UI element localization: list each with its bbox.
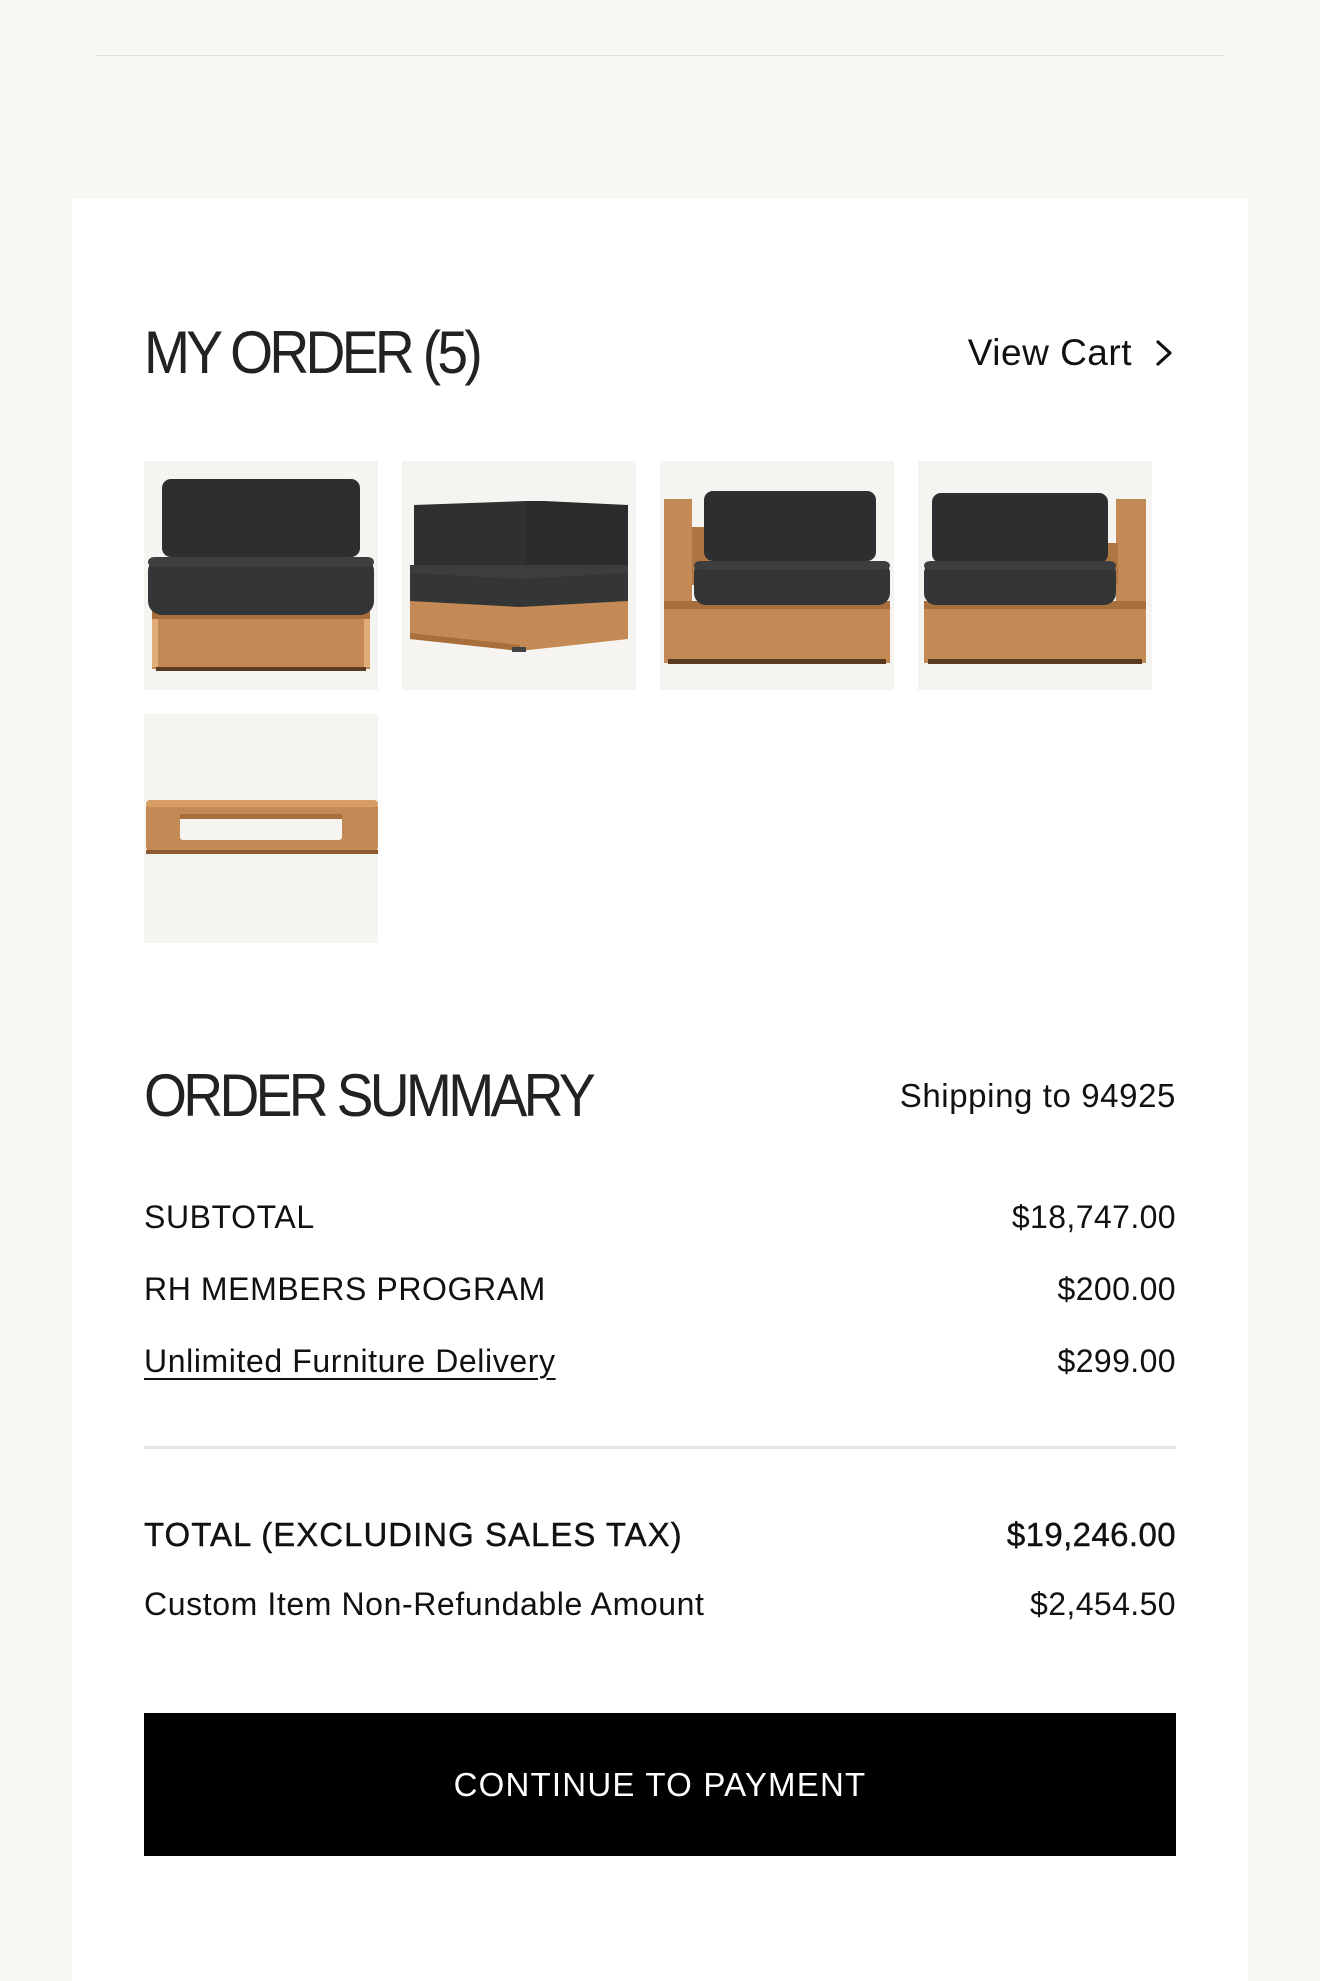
members-program-label: RH MEMBERS PROGRAM (144, 1270, 546, 1307)
order-item-thumb-corner[interactable] (402, 461, 636, 690)
order-summary-header: ORDER SUMMARY Shipping to 94925 (144, 1061, 1176, 1131)
view-cart-link[interactable]: View Cart (968, 332, 1176, 374)
order-item-thumb-armless-chair[interactable] (144, 461, 378, 690)
order-item-thumbnails (144, 461, 1176, 943)
left-arm-chair-image (664, 491, 890, 664)
order-item-thumb-coffee-table[interactable] (144, 714, 378, 943)
summary-divider (144, 1446, 1176, 1449)
members-program-row: RH MEMBERS PROGRAM $200.00 (144, 1267, 1176, 1311)
custom-item-label: Custom Item Non-Refundable Amount (144, 1585, 705, 1622)
custom-item-row: Custom Item Non-Refundable Amount $2,454… (144, 1582, 1176, 1626)
unlimited-delivery-link[interactable]: Unlimited Furniture Delivery (144, 1343, 556, 1380)
right-arm-chair-image (924, 493, 1146, 664)
coffee-table-image (146, 800, 378, 854)
delivery-row: Unlimited Furniture Delivery $299.00 (144, 1339, 1176, 1383)
total-row: TOTAL (EXCLUDING SALES TAX) $19,246.00 (144, 1513, 1176, 1557)
subtotal-row: SUBTOTAL $18,747.00 (144, 1195, 1176, 1239)
corner-sectional-image (410, 501, 628, 652)
shipping-zip-text: Shipping to 94925 (899, 1077, 1176, 1114)
order-item-thumb-right-arm-chair[interactable] (918, 461, 1152, 690)
order-item-thumb-left-arm-chair[interactable] (660, 461, 894, 690)
delivery-value: $299.00 (1057, 1342, 1176, 1379)
order-card: MY ORDER (5) View Cart ORDER SUMMARY Shi… (72, 199, 1248, 1981)
subtotal-label: SUBTOTAL (144, 1198, 315, 1235)
custom-item-value: $2,454.50 (1030, 1585, 1176, 1622)
view-cart-label: View Cart (967, 332, 1132, 373)
total-value: $19,246.00 (1006, 1516, 1176, 1553)
order-summary-title: ORDER SUMMARY (144, 1062, 596, 1129)
my-order-header: MY ORDER (5) View Cart (144, 317, 1176, 389)
members-program-value: $200.00 (1057, 1270, 1176, 1307)
continue-to-payment-button[interactable]: CONTINUE TO PAYMENT (144, 1713, 1176, 1856)
subtotal-value: $18,747.00 (1011, 1198, 1176, 1235)
top-divider (96, 55, 1224, 56)
my-order-title: MY ORDER (5) (144, 319, 483, 386)
total-label: TOTAL (EXCLUDING SALES TAX) (144, 1516, 683, 1553)
chevron-right-icon (1156, 340, 1172, 366)
armless-chair-image (148, 479, 374, 671)
